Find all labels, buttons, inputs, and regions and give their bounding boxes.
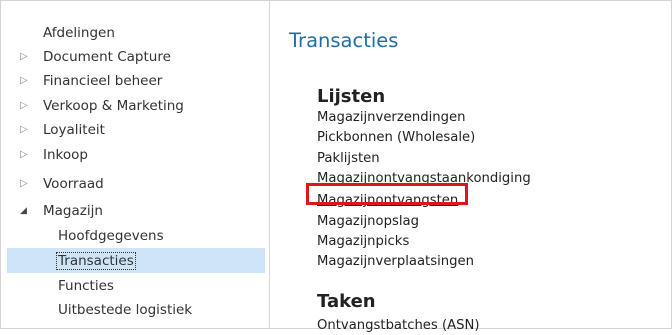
nav-subitem-label: Uitbestede logistiek xyxy=(58,302,193,318)
link-pickbonnen-wholesale[interactable]: Pickbonnen (Wholesale) xyxy=(317,128,475,147)
nav-item-financieel-beheer[interactable]: ▷ Financieel beheer xyxy=(1,69,265,93)
page-title: Transacties xyxy=(289,29,399,52)
nav-item-magazijn[interactable]: ◢ Magazijn xyxy=(1,199,265,223)
nav-item-label: Loyaliteit xyxy=(43,122,105,138)
nav-item-document-capture[interactable]: ▷ Document Capture xyxy=(1,45,265,69)
section-title-taken: Taken xyxy=(317,291,376,312)
nav-item-label: Financieel beheer xyxy=(43,73,163,89)
triangle-right-icon[interactable]: ▷ xyxy=(20,45,34,69)
nav-item-label: Verkoop & Marketing xyxy=(43,98,184,114)
triangle-right-icon[interactable]: ▷ xyxy=(20,143,34,167)
nav-subitem-label: Transacties xyxy=(56,252,136,270)
section-title-lijsten: Lijsten xyxy=(317,86,386,107)
link-ontvangstbatches-asn[interactable]: Ontvangstbatches (ASN) xyxy=(317,316,480,335)
triangle-right-icon[interactable]: ▷ xyxy=(20,94,34,118)
link-magazijnverplaatsingen[interactable]: Magazijnverplaatsingen xyxy=(317,252,474,271)
red-highlight-box xyxy=(306,183,468,205)
triangle-right-icon[interactable]: ▷ xyxy=(20,118,34,142)
link-paklijsten[interactable]: Paklijsten xyxy=(317,149,380,168)
nav-subitem-uitbestede-logistiek[interactable]: Uitbestede logistiek xyxy=(1,298,265,322)
nav-item-label: Document Capture xyxy=(43,49,171,65)
window-frame: Afdelingen ▷ Document Capture ▷ Financie… xyxy=(0,0,672,333)
departments-nav: Afdelingen ▷ Document Capture ▷ Financie… xyxy=(1,1,269,328)
nav-item-label: Voorraad xyxy=(43,176,104,192)
nav-subitem-hoofdgegevens[interactable]: Hoofdgegevens xyxy=(1,224,265,248)
nav-item-label: Magazijn xyxy=(43,203,103,219)
nav-subitem-label-wrap: Transacties xyxy=(56,249,136,273)
nav-item-loyaliteit[interactable]: ▷ Loyaliteit xyxy=(1,118,265,142)
nav-item-label: Inkoop xyxy=(43,147,88,163)
triangle-down-icon[interactable]: ◢ xyxy=(20,199,34,223)
nav-item-inkoop[interactable]: ▷ Inkoop xyxy=(1,143,265,167)
nav-subitem-transacties[interactable]: Transacties xyxy=(1,249,265,273)
nav-item-voorraad[interactable]: ▷ Voorraad xyxy=(1,172,265,196)
nav-header-afdelingen[interactable]: Afdelingen xyxy=(43,21,115,45)
nav-subitem-functies[interactable]: Functies xyxy=(1,274,265,298)
triangle-right-icon[interactable]: ▷ xyxy=(20,69,34,93)
nav-item-verkoop-marketing[interactable]: ▷ Verkoop & Marketing xyxy=(1,94,265,118)
link-magazijnverzendingen[interactable]: Magazijnverzendingen xyxy=(317,108,466,127)
triangle-right-icon[interactable]: ▷ xyxy=(20,172,34,196)
link-magazijnopslag[interactable]: Magazijnopslag xyxy=(317,212,419,231)
main-pane: Transacties Lijsten Magazijnverzendingen… xyxy=(270,1,671,333)
link-magazijnpicks[interactable]: Magazijnpicks xyxy=(317,232,409,251)
nav-subitem-label: Hoofdgegevens xyxy=(58,228,164,244)
nav-subitem-label: Functies xyxy=(58,278,114,294)
